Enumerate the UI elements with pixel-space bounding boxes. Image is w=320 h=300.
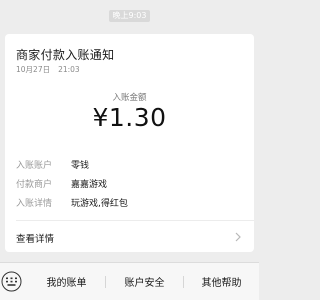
menu-my-bills[interactable]: 我的账单 — [28, 263, 105, 300]
chevron-right-icon — [235, 232, 241, 242]
detail-key: 入账详情 — [16, 199, 53, 209]
amount-label: 入账金额 — [112, 93, 147, 103]
detail-key: 付款商户 — [16, 180, 53, 190]
detail-value: 玩游戏,得红包 — [71, 199, 128, 209]
keyboard-icon[interactable] — [1, 271, 22, 292]
menu-item-label: 其他帮助 — [201, 278, 242, 289]
timestamp-label: 晚上9:03 — [108, 10, 151, 22]
detail-key: 入账账户 — [16, 161, 53, 171]
view-details-label: 查看详情 — [16, 234, 55, 245]
menu-item-label: 我的账单 — [46, 278, 87, 289]
view-details-link[interactable]: 查看详情 — [5, 221, 254, 252]
message-timestamp: 晚上9:03 — [0, 10, 259, 22]
detail-row: 入账账户 零钱 — [16, 155, 246, 174]
card-date: 10月27日 — [16, 65, 51, 74]
card-datetime: 10月27日 21:03 — [16, 64, 80, 75]
menu-other-help[interactable]: 其他帮助 — [184, 263, 259, 300]
detail-list: 入账账户 零钱 付款商户 嘉嘉游戏 入账详情 玩游戏,得红包 — [16, 155, 246, 212]
card-title: 商家付款入账通知 — [16, 48, 115, 62]
amount-value: ¥1.30 — [92, 103, 167, 132]
menu-item-label: 账户安全 — [124, 278, 165, 289]
payment-notification-card[interactable]: 商家付款入账通知 10月27日 21:03 入账金额 ¥1.30 入账账户 零钱 … — [5, 34, 254, 252]
card-time: 21:03 — [58, 65, 80, 74]
detail-row: 付款商户 嘉嘉游戏 — [16, 174, 246, 193]
bottom-menu-bar: 我的账单 账户安全 其他帮助 — [0, 262, 259, 300]
menu-account-security[interactable]: 账户安全 — [106, 263, 183, 300]
detail-row: 入账详情 玩游戏,得红包 — [16, 193, 246, 212]
detail-value: 嘉嘉游戏 — [71, 180, 108, 190]
detail-value: 零钱 — [71, 161, 90, 171]
